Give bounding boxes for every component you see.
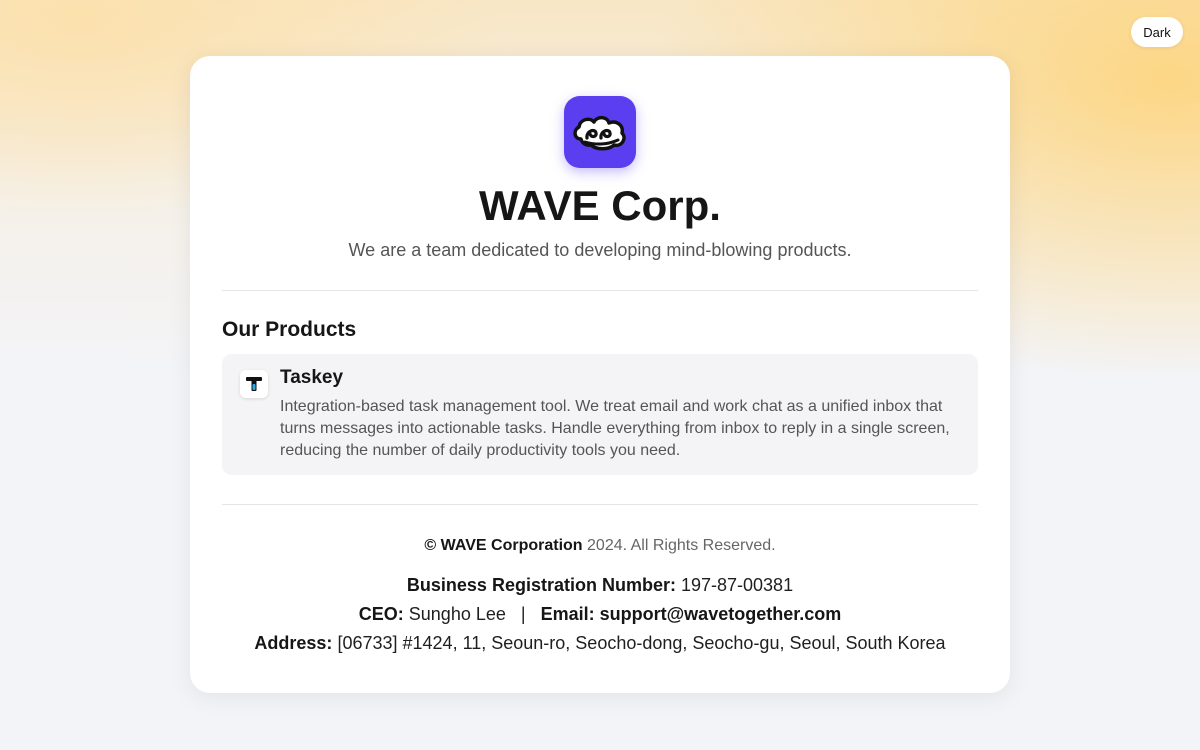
wave-logo-svg (573, 115, 626, 151)
address-label: Address: (254, 633, 333, 653)
company-tagline: We are a team dedicated to developing mi… (348, 240, 852, 260)
email-label: Email: (540, 604, 595, 624)
brn-value: 197-87-00381 (680, 575, 794, 595)
copyright-symbol: © (424, 537, 437, 554)
business-registration-line: Business Registration Number: 197-87-003… (190, 575, 1010, 596)
product-name: Taskey (280, 367, 344, 388)
copyright-company: WAVE Corporation (440, 537, 583, 554)
company-card: WAVE Corp. We are a team dedicated to de… (190, 56, 1010, 693)
address-value: [06733] #1424, 11, Seoun-ro, Seocho-dong… (337, 633, 946, 653)
company-title: WAVE Corp. (479, 182, 721, 229)
product-card-taskey[interactable]: Taskey Integration-based task management… (222, 354, 978, 475)
dark-mode-toggle-button[interactable]: Dark (1131, 17, 1183, 47)
ceo-label: CEO: (358, 604, 404, 624)
taskey-t-icon (240, 370, 268, 398)
product-description: Integration-based task management tool. … (280, 398, 950, 459)
copyright-text: 2024. All Rights Reserved. (587, 537, 776, 554)
address-line: Address: [06733] #1424, 11, Seoun-ro, Se… (190, 633, 1010, 654)
products-heading: Our Products (222, 318, 357, 341)
ceo-email-line: CEO: Sungho Lee | Email: support@wavetog… (190, 604, 1010, 625)
separator: | (520, 604, 526, 624)
divider (222, 290, 978, 291)
divider (222, 504, 978, 505)
taskey-logo-svg (246, 377, 262, 391)
copyright-line: © WAVE Corporation 2024. All Rights Rese… (190, 537, 1010, 555)
brn-label: Business Registration Number: (406, 575, 676, 595)
ceo-value: Sungho Lee (408, 604, 506, 624)
email-link[interactable]: support@wavetogether.com (600, 604, 842, 624)
wave-cloud-logo-icon (564, 96, 636, 168)
